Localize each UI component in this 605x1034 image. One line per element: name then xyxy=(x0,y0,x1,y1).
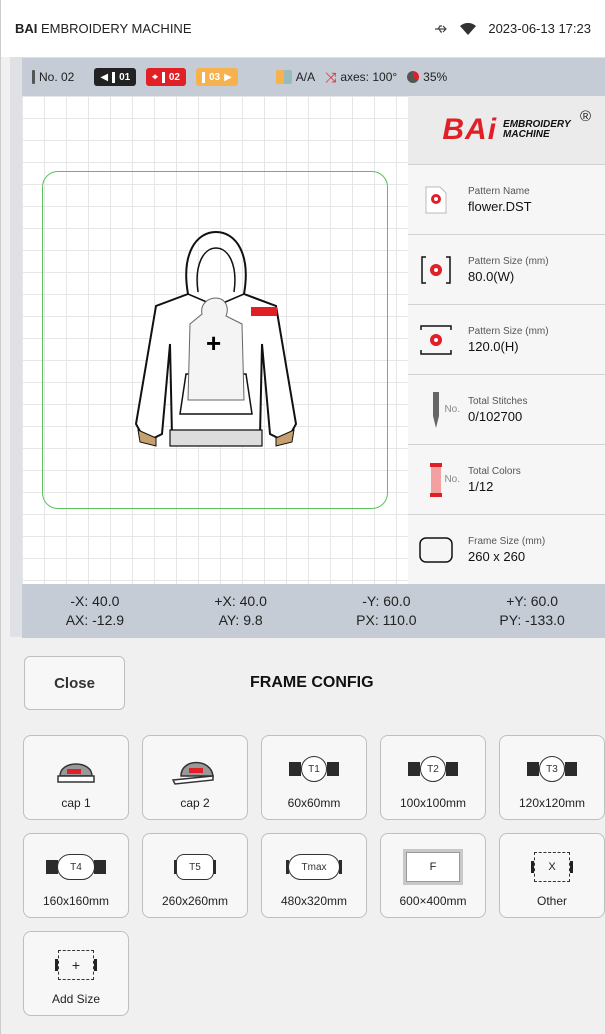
total-colors-row: No. Total Colors 1/12 xyxy=(408,445,605,515)
close-button[interactable]: Close xyxy=(24,656,125,710)
app-title: BAI EMBROIDERY MACHINE xyxy=(15,21,192,36)
pattern-height-row: Pattern Size (mm) 120.0(H) xyxy=(408,305,605,375)
brand-logo: BAi EMBROIDERY MACHINE ® xyxy=(408,96,605,165)
pattern-name-row: Pattern Name flower.DST xyxy=(408,165,605,235)
needle-icon: No. xyxy=(418,390,460,430)
py-value: PY: -133.0 xyxy=(499,612,565,628)
mode-indicator: A/A xyxy=(275,70,315,84)
next-arrow-icon: ▶ xyxy=(224,71,232,83)
status-bar: BAI EMBROIDERY MACHINE 2023-06-13 17:23 xyxy=(0,0,605,57)
flat-frame-icon: F xyxy=(403,849,463,885)
pos-y-value: +Y: 60.0 xyxy=(506,593,559,609)
custom-frame-icon: X xyxy=(531,852,573,882)
add-frame-icon: + xyxy=(55,950,97,980)
frame-option-t1[interactable]: T1 60x60mm xyxy=(261,735,367,820)
cap-side-icon xyxy=(143,736,247,796)
neg-y-value: -Y: 60.0 xyxy=(362,593,411,609)
next-needle-button[interactable]: 03 ▶ xyxy=(195,68,238,86)
frame-option-cap-2[interactable]: cap 2 xyxy=(142,735,248,820)
prev-arrow-icon: ◀ xyxy=(100,71,109,83)
frame-option-t3[interactable]: T3 120x120mm xyxy=(499,735,605,820)
usb-icon xyxy=(434,23,448,35)
hoop-t2-icon: T2 xyxy=(408,756,458,782)
ax-value: AX: -12.9 xyxy=(65,612,125,628)
frame-option-t5[interactable]: T5 260x260mm xyxy=(142,833,248,918)
hoop-t4-icon: T4 xyxy=(46,854,106,880)
axes-icon: ⤨ xyxy=(325,68,337,85)
hoop-t1-icon: T1 xyxy=(289,756,339,782)
needle-number: No. 02 xyxy=(32,70,74,84)
speed-indicator: 35% xyxy=(407,70,447,84)
axes-indicator: ⤨ axes: 100° xyxy=(325,68,398,85)
pattern-width-row: Pattern Size (mm) 80.0(W) xyxy=(408,235,605,305)
frame-config-title: FRAME CONFIG xyxy=(250,674,374,691)
needle-icon xyxy=(32,70,35,84)
frame-option-tmax[interactable]: Tmax 480x320mm xyxy=(261,833,367,918)
frame-option-t2[interactable]: T2 100x100mm xyxy=(380,735,486,820)
hoop-t5-icon: T5 xyxy=(174,854,216,880)
datetime: 2023-06-13 17:23 xyxy=(488,21,591,36)
width-bracket-icon xyxy=(418,250,454,290)
cap-icon xyxy=(24,736,128,796)
left-edge xyxy=(0,57,10,1034)
thread-spool-icon: No. xyxy=(418,460,460,500)
needle-position-crosshair: + xyxy=(206,328,222,358)
wifi-icon xyxy=(460,22,477,35)
hoop-tmax-icon: Tmax xyxy=(286,854,342,880)
frame-option-cap-1[interactable]: cap 1 xyxy=(23,735,129,820)
pie-icon xyxy=(407,71,420,83)
frame-size-row: Frame Size (mm) 260 x 260 xyxy=(408,515,605,584)
machine-toolbar: No. 02 ◀ 01 ⌖ 02 03 ▶ A/A ⤨ axes: 100° 35% xyxy=(22,58,605,96)
coordinate-readout: -X: 40.0 +X: 40.0 -Y: 60.0 +Y: 60.0 AX: … xyxy=(22,584,605,638)
frame-option-other[interactable]: X Other xyxy=(499,833,605,918)
total-stitches-row: No. Total Stitches 0/102700 xyxy=(408,375,605,445)
flower-file-icon xyxy=(418,180,454,220)
info-panel: BAi EMBROIDERY MACHINE ® Pattern Name flow… xyxy=(408,96,605,584)
px-value: PX: 110.0 xyxy=(356,612,417,628)
pos-x-value: +X: 40.0 xyxy=(214,593,267,609)
thread-spool-icon xyxy=(275,70,292,84)
frame-option-t4[interactable]: T4 160x160mm xyxy=(23,833,129,918)
neg-x-value: -X: 40.0 xyxy=(70,593,120,609)
target-icon: ⌖ xyxy=(152,71,158,83)
frame-icon xyxy=(418,530,454,570)
ay-value: AY: 9.8 xyxy=(218,612,263,628)
height-bracket-icon xyxy=(418,320,454,360)
add-size-button[interactable]: + Add Size xyxy=(23,931,129,1016)
prev-needle-button[interactable]: ◀ 01 xyxy=(94,68,137,86)
hoop-t3-icon: T3 xyxy=(527,756,577,782)
frame-option-f[interactable]: F 600×400mm xyxy=(380,833,486,918)
pattern-canvas[interactable]: + xyxy=(22,96,408,584)
current-needle-button[interactable]: ⌖ 02 xyxy=(146,68,186,86)
